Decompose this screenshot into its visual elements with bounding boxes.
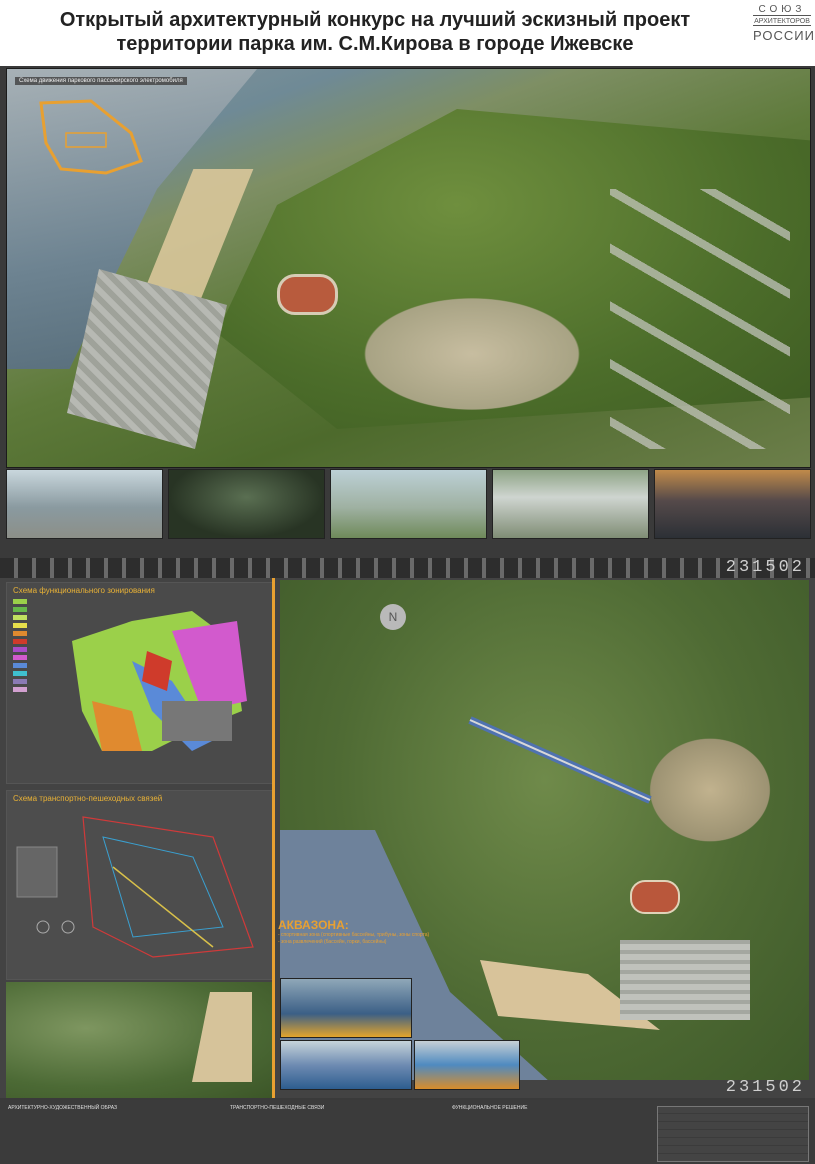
photo-attractions xyxy=(330,469,487,539)
transport-map xyxy=(16,816,254,958)
lower-sheet: Схема функционального зонирования Схема … xyxy=(0,578,815,1098)
transport-title: Схема транспортно-пешеходных связей xyxy=(13,794,163,803)
zoo-plan xyxy=(640,730,780,850)
zoning-scheme: Схема функционального зонирования xyxy=(6,582,274,784)
photo-entrance xyxy=(6,469,163,539)
accent-divider xyxy=(272,578,275,1098)
aquazone-line-1: - спортивная зона (спортивные бассейны, … xyxy=(278,932,430,938)
aquazone-title: АКВАЗОНА: xyxy=(278,918,349,932)
project-code-top: 231502 xyxy=(725,558,805,577)
zoning-map xyxy=(72,611,247,751)
footer-heading-3: ФУНКЦИОНАЛЬНОЕ РЕШЕНИЕ xyxy=(452,1105,528,1111)
photo-cafe-night xyxy=(168,469,325,539)
route-map-icon xyxy=(39,99,143,175)
footer-col-1: АРХИТЕКТУРНО-ХУДОЖЕСТВЕННЫЙ ОБРАЗ xyxy=(8,1105,218,1114)
logo-line-3: РОССИИ xyxy=(753,28,815,43)
factory-plan xyxy=(620,940,750,1020)
logo: СОЮЗ АРХИТЕКТОРОВ РОССИИ xyxy=(753,4,815,62)
footer-col-3: ФУНКЦИОНАЛЬНОЕ РЕШЕНИЕ xyxy=(452,1105,652,1114)
aerial-render: Схема движения паркового пассажирского э… xyxy=(6,68,811,468)
logo-line-2: АРХИТЕКТОРОВ xyxy=(753,18,811,26)
footer: АРХИТЕКТУРНО-ХУДОЖЕСТВЕННЫЙ ОБРАЗ ТРАНСП… xyxy=(0,1100,815,1164)
stadium-plan xyxy=(630,880,680,914)
footer-heading-1: АРХИТЕКТУРНО-ХУДОЖЕСТВЕННЫЙ ОБРАЗ xyxy=(8,1105,118,1111)
photo-waterfront-night xyxy=(654,469,811,539)
route-scheme-label: Схема движения паркового пассажирского э… xyxy=(15,77,187,85)
logo-line-1: СОЮЗ xyxy=(753,4,811,16)
header: Открытый архитектурный конкурс на лучший… xyxy=(0,0,815,66)
aquazone-block: АКВАЗОНА: - спортивная зона (спортивные … xyxy=(278,918,518,978)
stadium xyxy=(277,274,338,315)
photo-strip xyxy=(6,469,811,557)
aquazone-line-2: - зона развлечений (бассейн, горки, басс… xyxy=(278,939,387,945)
footer-heading-2: ТРАНСПОРТНО-ПЕШЕХОДНЫЕ СВЯЗИ xyxy=(230,1105,325,1111)
project-code-bottom: 231502 xyxy=(725,1078,805,1097)
aquazone-renders xyxy=(280,978,520,1090)
technical-indicators-table xyxy=(657,1106,809,1162)
zoning-title: Схема функционального зонирования xyxy=(13,586,155,595)
satellite-view xyxy=(6,982,272,1098)
central-axis xyxy=(468,716,652,804)
photo-sports-hall xyxy=(492,469,649,539)
separator-band: 231502 xyxy=(0,558,815,578)
transport-scheme: Схема транспортно-пешеходных связей xyxy=(6,790,274,980)
north-arrow-icon: N xyxy=(380,604,406,630)
zoo-area xyxy=(347,289,597,419)
page-title: Открытый архитектурный конкурс на лучший… xyxy=(59,9,691,55)
footer-col-2: ТРАНСПОРТНО-ПЕШЕХОДНЫЕ СВЯЗИ xyxy=(230,1105,440,1114)
residential-blocks xyxy=(610,189,790,449)
route-scheme-inset: Схема движения паркового пассажирского э… xyxy=(11,73,187,183)
